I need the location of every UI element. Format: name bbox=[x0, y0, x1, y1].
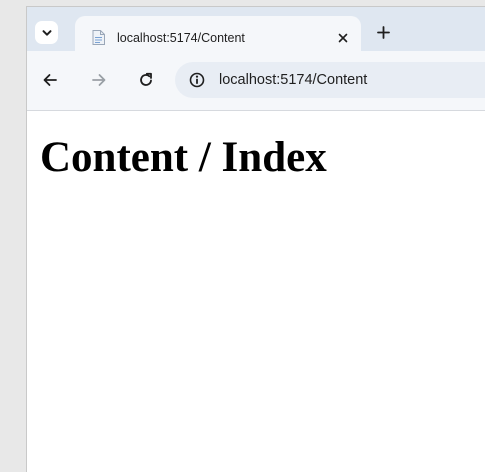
document-icon bbox=[92, 30, 105, 45]
browser-window: localhost:5174/Content localhost:5174/Co… bbox=[26, 6, 485, 472]
back-button[interactable] bbox=[38, 68, 62, 92]
site-info-button[interactable] bbox=[188, 71, 206, 89]
tab-search-button[interactable] bbox=[35, 21, 58, 44]
reload-button[interactable] bbox=[134, 68, 158, 92]
tab-title: localhost:5174/Content bbox=[117, 31, 245, 45]
url-text[interactable]: localhost:5174/Content bbox=[219, 72, 367, 88]
info-icon bbox=[189, 72, 205, 88]
page-title: Content / Index bbox=[40, 134, 327, 181]
close-icon bbox=[338, 33, 347, 42]
arrow-left-icon bbox=[43, 74, 57, 86]
reload-icon bbox=[140, 72, 152, 86]
tab-close-button[interactable] bbox=[334, 29, 351, 46]
chevron-down-icon bbox=[42, 29, 51, 36]
page-content: Content / Index bbox=[27, 111, 485, 472]
plus-icon bbox=[376, 25, 390, 39]
new-tab-button[interactable] bbox=[373, 22, 393, 42]
address-bar[interactable]: localhost:5174/Content bbox=[175, 62, 485, 98]
navigation-toolbar: localhost:5174/Content bbox=[27, 51, 485, 111]
arrow-right-icon bbox=[92, 74, 106, 86]
forward-button[interactable] bbox=[87, 68, 111, 92]
